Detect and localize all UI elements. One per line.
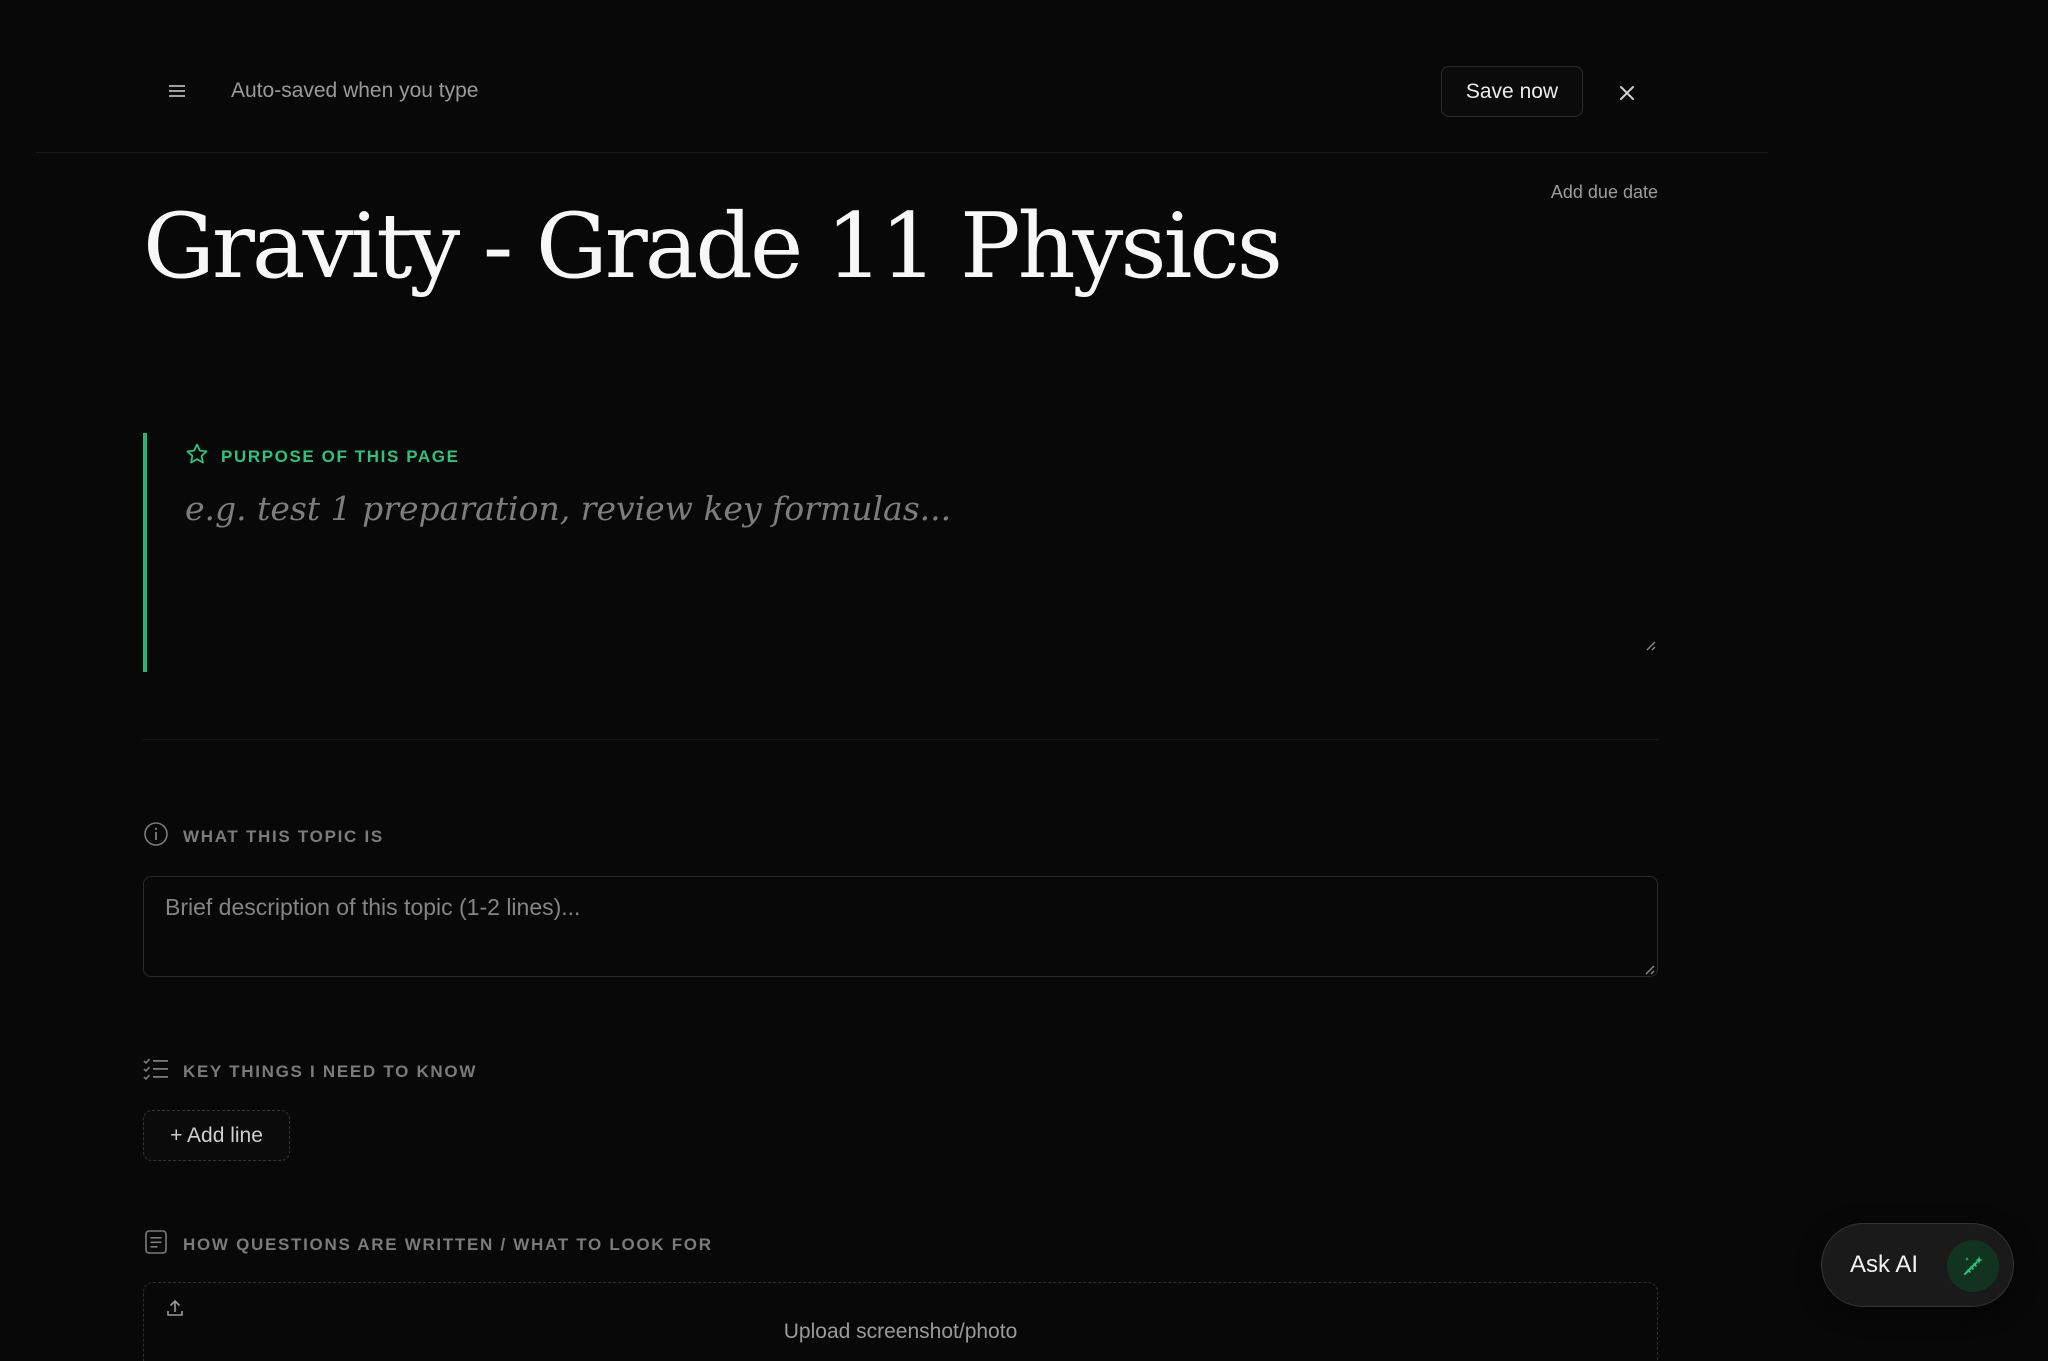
document-icon (143, 1229, 169, 1260)
key-things-section-label: KEY THINGS I NEED TO KNOW (183, 1061, 478, 1081)
sparkle-pen-icon (1947, 1240, 1999, 1292)
info-icon (143, 821, 169, 852)
close-icon[interactable] (1612, 78, 1642, 108)
purpose-input[interactable] (185, 489, 1660, 629)
hamburger-menu-icon[interactable] (162, 78, 192, 104)
questions-section-label: HOW QUESTIONS ARE WRITTEN / WHAT TO LOOK… (183, 1234, 713, 1254)
study-page: Auto-saved when you type Save now Add du… (0, 0, 2048, 1361)
key-things-section-header: KEY THINGS I NEED TO KNOW (143, 1057, 477, 1086)
topic-section-header: WHAT THIS TOPIC IS (143, 821, 384, 852)
autosave-status: Auto-saved when you type (231, 79, 479, 102)
ask-ai-label: Ask AI (1850, 1251, 1919, 1278)
upload-label: Upload screenshot/photo (783, 1320, 1018, 1343)
top-bar: Auto-saved when you type Save now (0, 0, 2048, 154)
section-divider (143, 739, 1658, 740)
upload-dropzone[interactable]: Upload screenshot/photo (143, 1282, 1658, 1361)
topic-description-input[interactable] (165, 894, 1625, 964)
purpose-header: PURPOSE OF THIS PAGE (185, 442, 460, 471)
resize-handle-icon[interactable] (1643, 963, 1655, 975)
purpose-block: PURPOSE OF THIS PAGE (143, 433, 1660, 672)
save-now-button[interactable]: Save now (1441, 66, 1583, 117)
resize-handle-icon[interactable] (1644, 639, 1656, 651)
purpose-label: PURPOSE OF THIS PAGE (221, 446, 460, 466)
topic-section-label: WHAT THIS TOPIC IS (183, 826, 384, 846)
add-line-button[interactable]: + Add line (143, 1110, 290, 1161)
header-divider (36, 152, 1768, 153)
topic-description-box (143, 876, 1658, 977)
checklist-icon (143, 1057, 169, 1086)
page-title[interactable]: Gravity - Grade 11 Physics (143, 185, 1283, 309)
add-due-date-link[interactable]: Add due date (1510, 182, 1658, 203)
star-icon (185, 442, 209, 471)
ask-ai-button[interactable]: Ask AI (1821, 1223, 2014, 1307)
questions-section-header: HOW QUESTIONS ARE WRITTEN / WHAT TO LOOK… (143, 1229, 713, 1260)
